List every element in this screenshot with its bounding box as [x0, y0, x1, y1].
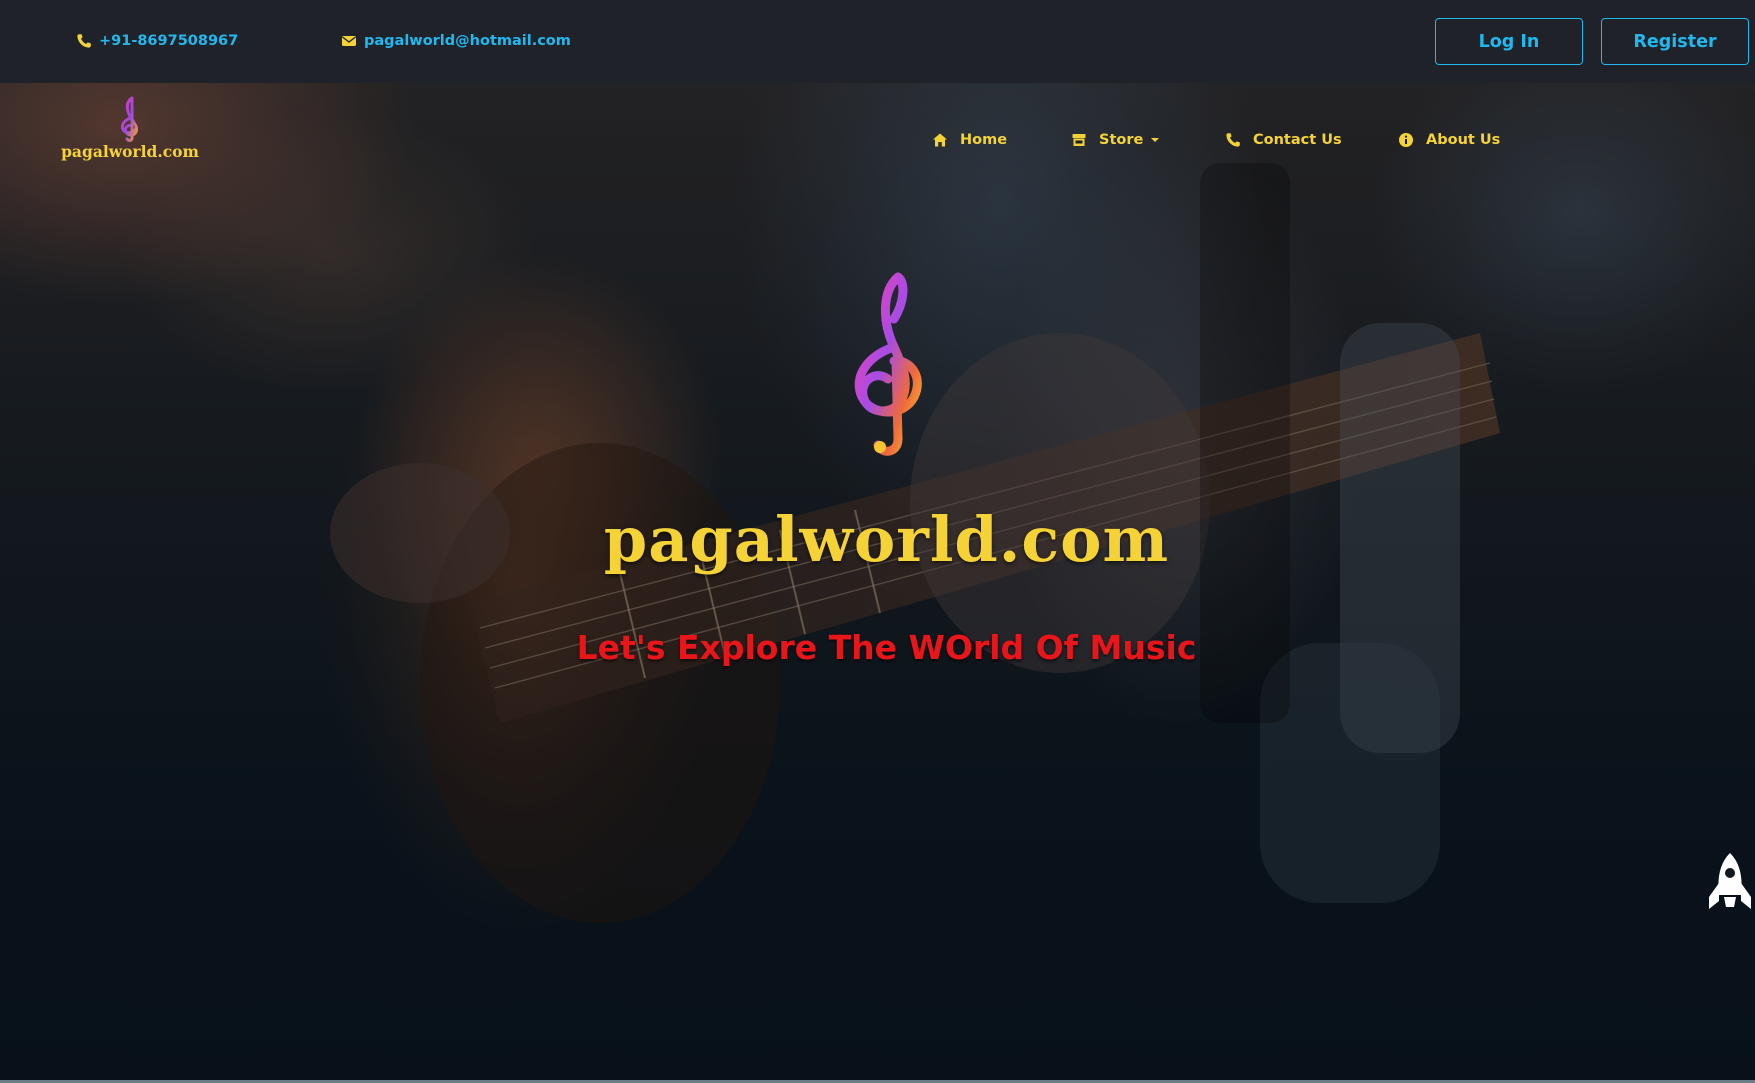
nav-item-store[interactable]: Store [1071, 129, 1160, 151]
nav-label-home: Home [960, 132, 1008, 148]
top-bar: +91-8697508967 pagalworld@hotmail.com Lo… [0, 0, 1755, 83]
brand-logo[interactable]: pagalworld.com [55, 96, 205, 161]
email-contact[interactable]: pagalworld@hotmail.com [341, 33, 571, 49]
nav-label-contact-us: Contact Us [1253, 132, 1342, 148]
envelope-icon [342, 36, 356, 46]
nav-item-contact-us[interactable]: Contact Us [1225, 129, 1342, 151]
nav-item-about-us[interactable]: About Us [1398, 129, 1500, 151]
rocket-icon[interactable] [1705, 851, 1755, 915]
nav-label-store: Store [1099, 132, 1144, 148]
login-button[interactable]: Log In [1435, 18, 1583, 65]
info-icon [1399, 133, 1413, 147]
email-address: pagalworld@hotmail.com [364, 33, 571, 49]
phone-icon [1226, 133, 1240, 147]
nav-label-about-us: About Us [1426, 132, 1501, 148]
hero-background-image [0, 83, 1755, 1080]
phone-icon [77, 34, 91, 48]
brand-name: pagalworld.com [61, 142, 199, 161]
hero-tagline: Let's Explore The WOrld Of Music [576, 628, 1197, 667]
home-icon [933, 133, 947, 147]
nav-item-home[interactable]: Home [932, 129, 1007, 151]
treble-clef-logo-icon [854, 272, 922, 456]
chevron-down-icon [1151, 138, 1160, 142]
hero-title: pagalworld.com [603, 503, 1170, 576]
register-button[interactable]: Register [1601, 18, 1749, 65]
hero-section: pagalworld.com Home Store Contact Us Abo… [0, 83, 1755, 1080]
phone-number: +91-8697508967 [99, 33, 239, 49]
treble-clef-icon [120, 96, 138, 142]
phone-contact[interactable]: +91-8697508967 [76, 33, 238, 49]
store-icon [1072, 134, 1086, 146]
